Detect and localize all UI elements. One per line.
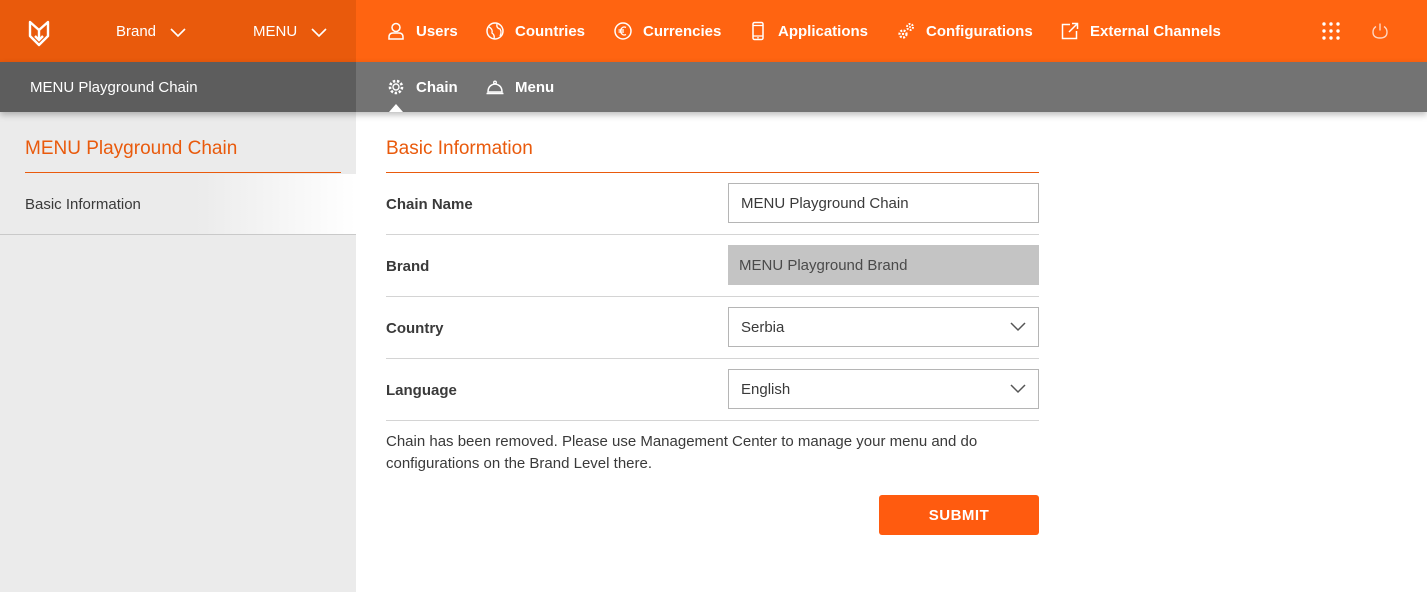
power-icon[interactable] [1371,22,1389,40]
globe-icon [486,22,504,40]
language-label: Language [386,381,457,399]
top-bar-right: Users Countries Currencies Applications … [356,0,1427,62]
nav-item-configurations[interactable]: Configurations [896,0,1033,62]
country-select[interactable]: Serbia [728,307,1039,347]
brand-value: MENU Playground Brand [739,256,908,274]
menu-dropdown-label: MENU [253,22,298,40]
chevron-down-icon [1010,322,1026,332]
nav-item-currencies[interactable]: Currencies [613,0,721,62]
brand-dropdown-label: Brand [116,22,157,40]
country-label: Country [386,319,444,337]
app-logo-icon[interactable] [27,18,51,48]
nav-item-external-channels[interactable]: External Channels [1060,0,1221,62]
brand-dropdown[interactable]: Brand [116,0,186,62]
nav-item-label: Currencies [643,22,722,40]
mobile-icon [752,21,764,41]
sidebar-item-label: Basic Information [25,195,141,213]
form-row-language: Language English [386,359,1039,421]
language-select[interactable]: English [728,369,1039,409]
gears-icon [898,23,914,39]
tab-menu[interactable]: Menu [485,62,554,112]
chain-name-label: Chain Name [386,195,473,213]
nav-item-applications[interactable]: Applications [748,0,868,62]
nav-item-label: External Channels [1090,22,1221,40]
form-row-brand: Brand MENU Playground Brand [386,235,1039,297]
context-bar: MENU Playground Chain Chain Menu [0,62,1427,112]
form-row-chain-name: Chain Name MENU Playground Chain [386,173,1039,235]
nav-item-label: Countries [515,22,586,40]
gear-icon [388,79,404,95]
menu-dropdown[interactable]: MENU [253,0,327,62]
nav-item-countries[interactable]: Countries [485,0,585,62]
chain-name-value: MENU Playground Chain [741,194,909,212]
nav-item-label: Configurations [926,22,1033,40]
context-title: MENU Playground Chain [0,62,356,112]
cloche-icon [486,80,504,95]
brand-label: Brand [386,257,430,275]
euro-icon [614,22,632,40]
language-value: English [741,380,791,398]
top-bar-left: Brand MENU [0,0,356,62]
tab-label: Chain [416,78,458,96]
top-navigation-bar: Brand MENU Users Countries Currencies Ap… [0,0,1427,62]
user-icon [388,22,404,40]
brand-input-disabled: MENU Playground Brand [728,245,1039,285]
tab-label: Menu [515,78,555,96]
chevron-down-icon [1010,384,1026,394]
context-tabs: Chain Menu [356,62,1427,112]
form-row-country: Country Serbia [386,297,1039,359]
sidebar-divider [25,172,341,173]
info-note: Chain has been removed. Please use Manag… [386,433,978,472]
sidebar: MENU Playground Chain Basic Information [0,112,356,592]
nav-item-label: Users [416,22,458,40]
sidebar-title: MENU Playground Chain [25,138,238,159]
country-value: Serbia [741,318,785,336]
section-title: Basic Information [386,138,533,159]
nav-item-label: Applications [778,22,869,40]
chain-name-input[interactable]: MENU Playground Chain [728,183,1039,223]
submit-button[interactable]: SUBMIT [879,495,1039,535]
chevron-down-icon [311,27,327,37]
external-link-icon [1061,22,1079,40]
nav-item-users[interactable]: Users [386,0,458,62]
chevron-down-icon [170,27,186,37]
sidebar-item-basic-information[interactable]: Basic Information [0,174,356,235]
active-tab-indicator [389,104,403,112]
apps-grid-icon[interactable] [1322,22,1340,40]
